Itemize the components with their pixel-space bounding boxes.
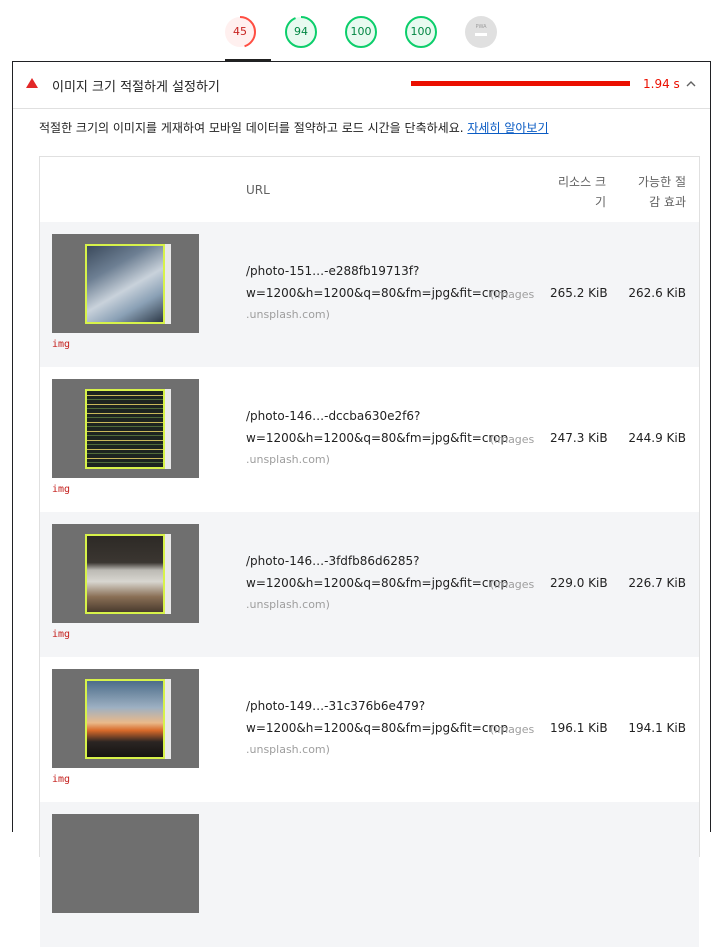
element-tag: img [52,484,71,495]
url-host-part2: .unsplash.com) [246,598,330,611]
url-query: w=1200&h=1200&q=80&fm=jpg&fit=crop [246,431,509,445]
potential-savings: 194.1 KiB [628,721,686,735]
url-host-part2: .unsplash.com) [246,308,330,321]
best-practices-gauge[interactable]: 100 [344,15,378,49]
savings-value: 1.94 s [643,77,680,91]
table-row: img /photo-149…-31c376b6e479? w=1200&h=1… [40,657,699,802]
savings-bar [411,81,630,86]
pwa-label: PWA [475,24,487,30]
score-gauges-bar: 45 94 100 100 PWA [0,0,720,61]
audit-panel: 이미지 크기 적절하게 설정하기 1.94 s 적절한 크기의 이미지를 게재하… [12,61,711,947]
element-tag: img [52,629,71,640]
audit-title: 이미지 크기 적절하게 설정하기 [52,80,220,95]
learn-more-link[interactable]: 자세히 알아보기 [467,121,548,135]
url-query: w=1200&h=1200&q=80&fm=jpg&fit=crop [246,576,509,590]
warning-triangle-icon [26,78,38,88]
resource-size: 229.0 KiB [550,576,608,590]
image-overflow-sliver [165,244,171,324]
seo-gauge[interactable]: 100 [404,15,438,49]
url-query: w=1200&h=1200&q=80&fm=jpg&fit=crop [246,721,509,735]
image-overflow-sliver [165,389,171,469]
image-overflow-sliver [165,534,171,614]
url-host-part1: (images [490,723,535,736]
url-path: /photo-146…-3fdfb86d6285? [246,554,420,568]
chevron-up-icon[interactable] [685,78,697,90]
potential-savings: 262.6 KiB [628,286,686,300]
details-table: URL 리소스 크 기 가능한 절 감 효과 img /photo-151…-e… [39,156,700,947]
seo-score: 100 [410,25,432,38]
photo-typing-laptop [85,534,165,614]
performance-score: 45 [233,25,247,38]
url-query: w=1200&h=1200&q=80&fm=jpg&fit=crop [246,286,509,300]
url-host-part1: (images [490,288,535,301]
element-screenshot [52,669,199,768]
performance-gauge[interactable]: 45 [223,15,257,49]
audit-header[interactable]: 이미지 크기 적절하게 설정하기 1.94 s [13,62,710,109]
resource-size: 196.1 KiB [550,721,608,735]
table-row: img /photo-151…-e288fb19713f? w=1200&h=1… [40,222,699,367]
potential-savings: 226.7 KiB [628,576,686,590]
element-screenshot [52,524,199,623]
table-row: img /photo-146…-3fdfb86d6285? w=1200&h=1… [40,512,699,657]
url-host-part2: .unsplash.com) [246,453,330,466]
element-screenshot [52,234,199,333]
url-host-part1: (images [490,433,535,446]
pwa-gauge[interactable]: PWA [464,15,498,49]
table-row: img /photo-146…-dccba630e2f6? w=1200&h=1… [40,367,699,512]
image-overflow-sliver [165,679,171,759]
accessibility-gauge[interactable]: 94 [284,15,318,49]
header-url: URL [246,183,270,197]
url-host-part1: (images [490,578,535,591]
url-path: /photo-149…-31c376b6e479? [246,699,426,713]
element-screenshot [52,379,199,478]
url-path: /photo-146…-dccba630e2f6? [246,409,421,423]
photo-code-screen [85,389,165,469]
photo-sunset-window [85,679,165,759]
url-path: /photo-151…-e288fb19713f? [246,264,420,278]
table-row [40,802,699,947]
audit-description: 적절한 크기의 이미지를 게재하여 모바일 데이터를 절약하고 로드 시간을 단… [39,119,549,136]
resource-size: 247.3 KiB [550,431,608,445]
potential-savings: 244.9 KiB [628,431,686,445]
element-tag: img [52,774,71,785]
header-resource-size-line2: 기 [594,195,606,209]
header-resource-size-line1: 리소스 크 [558,175,606,189]
accessibility-score: 94 [294,25,308,38]
description-text: 적절한 크기의 이미지를 게재하여 모바일 데이터를 절약하고 로드 시간을 단… [39,121,464,135]
resource-size: 265.2 KiB [550,286,608,300]
photo-laptop-team [85,244,165,324]
header-savings-line2: 감 효과 [649,195,686,209]
pwa-icon: PWA [465,16,497,48]
best-practices-score: 100 [350,25,372,38]
header-savings-line1: 가능한 절 [638,175,686,189]
element-screenshot [52,814,199,913]
url-host-part2: .unsplash.com) [246,743,330,756]
element-tag: img [52,339,71,350]
